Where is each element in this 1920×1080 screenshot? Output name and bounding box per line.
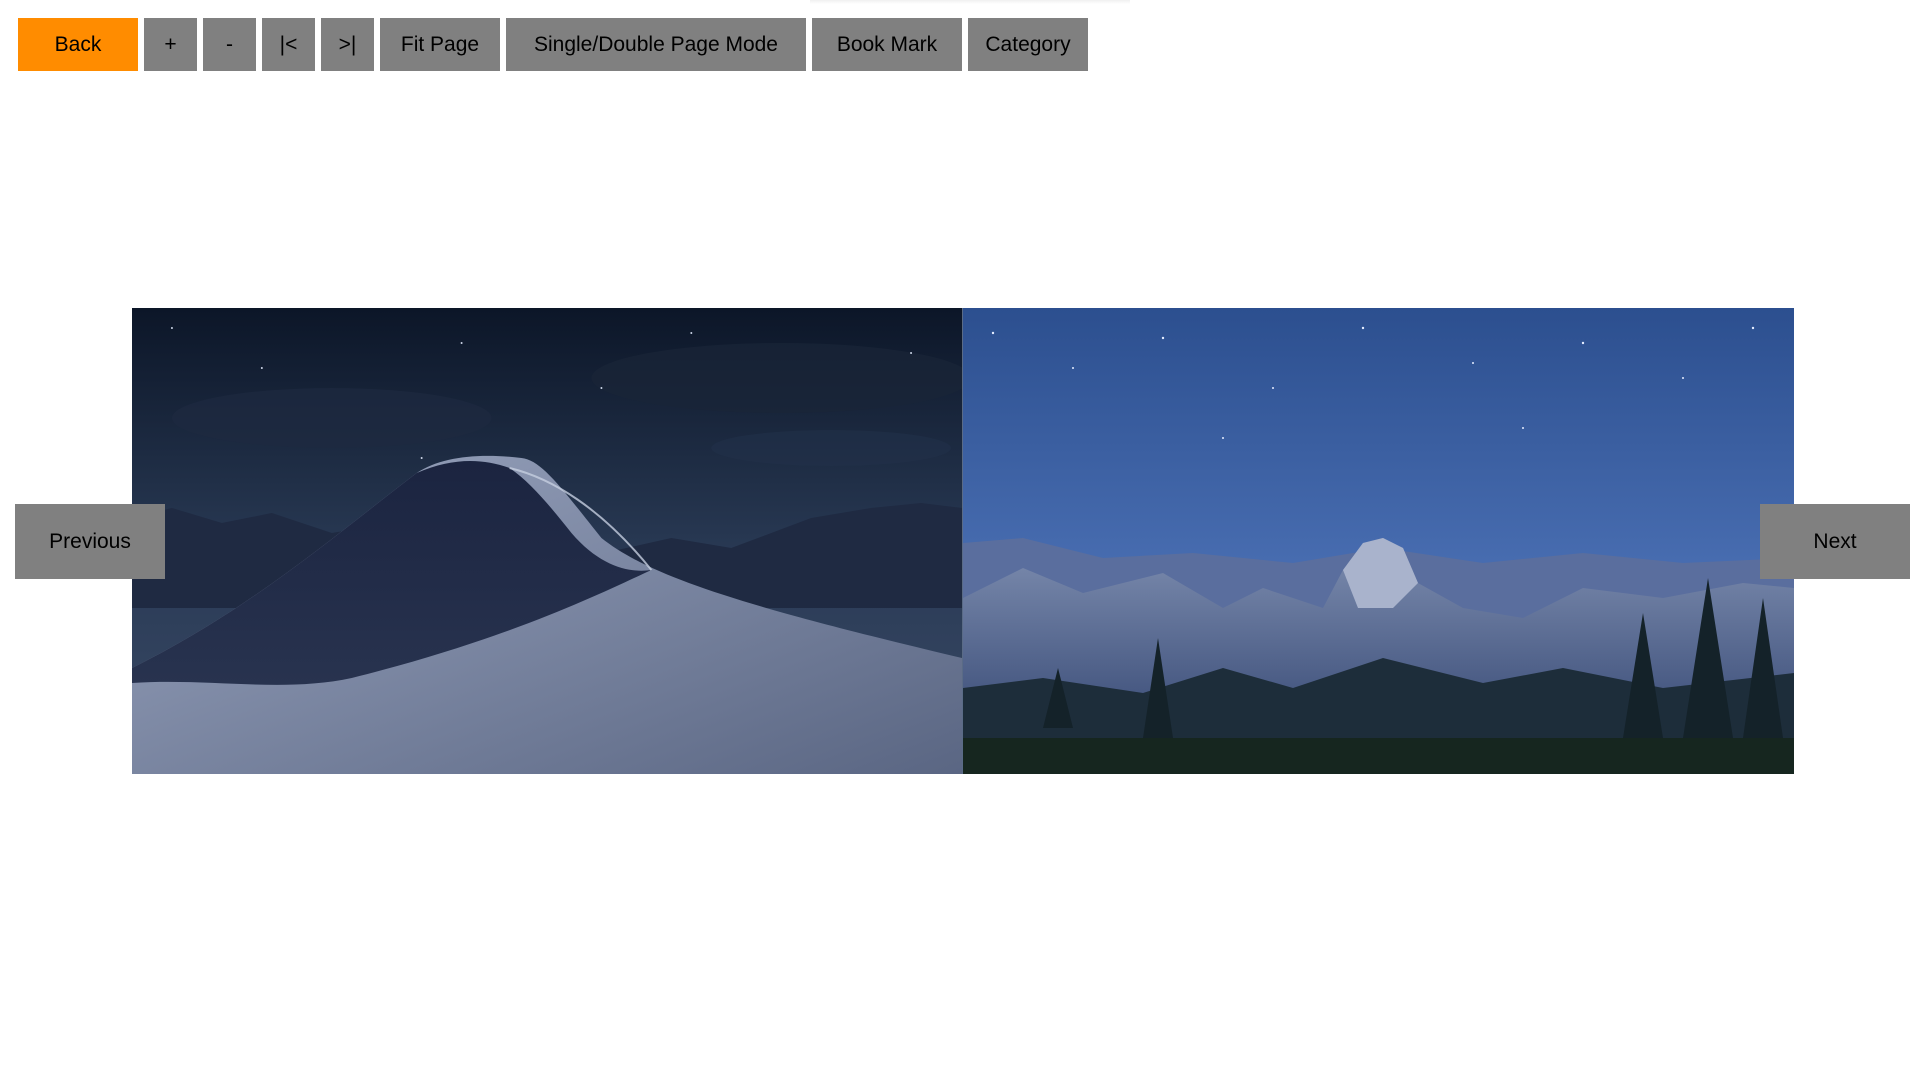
first-page-button[interactable]: |< (262, 18, 315, 71)
next-button[interactable]: Next (1760, 504, 1910, 579)
toolbar: Back + - |< >| Fit Page Single/Double Pa… (18, 18, 1088, 71)
page-viewer[interactable] (132, 308, 1794, 774)
category-button[interactable]: Category (968, 18, 1088, 71)
bookmark-button[interactable]: Book Mark (812, 18, 962, 71)
page-left-image (132, 308, 963, 774)
zoom-out-button[interactable]: - (203, 18, 256, 71)
fit-page-button[interactable]: Fit Page (380, 18, 500, 71)
top-shadow-hint (810, 0, 1130, 4)
zoom-in-button[interactable]: + (144, 18, 197, 71)
back-button[interactable]: Back (18, 18, 138, 71)
page-right-image (963, 308, 1794, 774)
previous-button[interactable]: Previous (15, 504, 165, 579)
last-page-button[interactable]: >| (321, 18, 374, 71)
page-mode-button[interactable]: Single/Double Page Mode (506, 18, 806, 71)
